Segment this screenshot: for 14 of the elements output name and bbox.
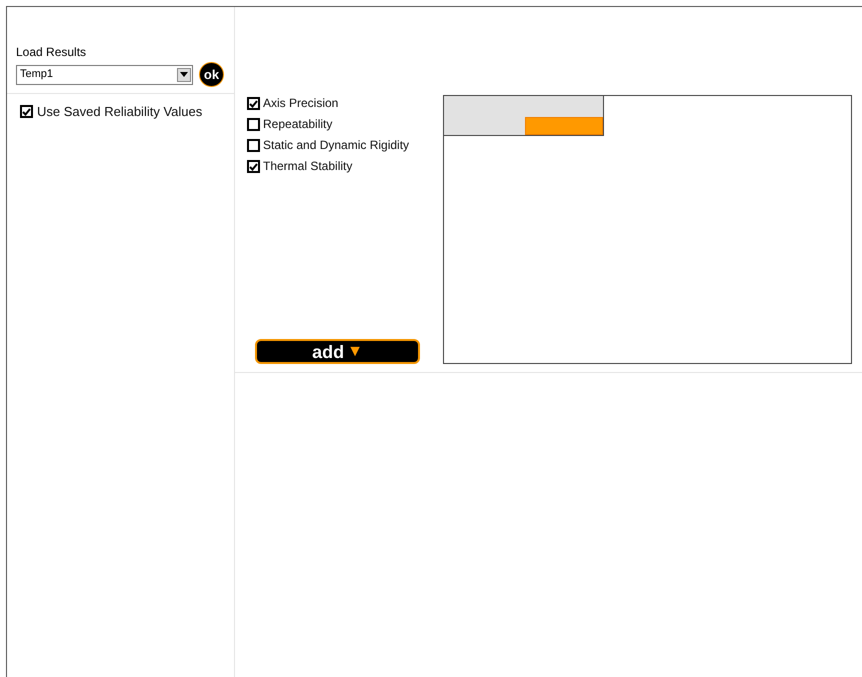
checkbox[interactable] <box>247 139 260 152</box>
category-checkbox-row[interactable]: Static and Dynamic Rigidity <box>247 137 443 154</box>
category-checkbox-row[interactable]: Repeatability <box>247 116 443 133</box>
results-dropdown[interactable]: Temp1 <box>16 64 193 84</box>
checkbox[interactable] <box>20 105 33 118</box>
field-label: Load Results <box>16 44 88 60</box>
checkbox[interactable] <box>247 118 260 131</box>
category-checkbox-row[interactable]: Axis Precision <box>247 95 443 112</box>
add-button[interactable]: add ▼ <box>255 339 420 364</box>
checkbox[interactable] <box>247 160 260 173</box>
checkbox[interactable] <box>247 97 260 110</box>
category-checkbox-row[interactable]: Thermal Stability <box>247 158 443 175</box>
saved-values-checkbox-row[interactable]: Use Saved Reliability Values <box>7 94 234 122</box>
ok-button[interactable]: ok <box>199 62 224 87</box>
